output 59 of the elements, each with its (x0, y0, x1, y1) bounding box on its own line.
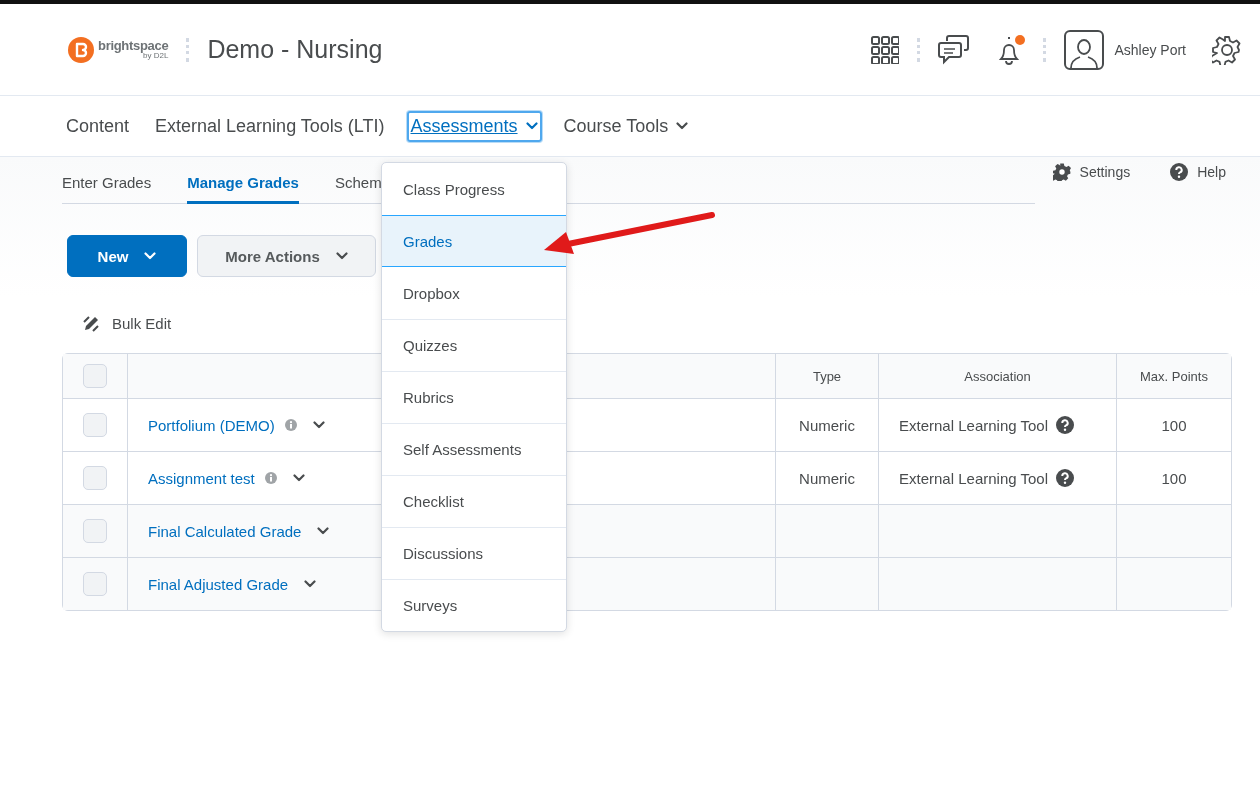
grade-item-link[interactable]: Final Adjusted Grade (148, 575, 289, 593)
menu-item[interactable]: Grades (382, 215, 566, 267)
tab[interactable]: Manage Grades (187, 157, 299, 204)
tab[interactable]: Schem (334, 157, 382, 204)
logo-icon (68, 36, 94, 63)
table-cell: 100 (1161, 416, 1187, 434)
checkbox[interactable] (83, 519, 107, 543)
checkbox[interactable] (83, 364, 107, 388)
column-header: Type (812, 368, 842, 384)
settings-icon[interactable] (1212, 34, 1242, 65)
column-header: Association (964, 368, 1031, 384)
help-icon[interactable] (1056, 469, 1074, 487)
nav-link[interactable]: Assessments (406, 110, 542, 142)
grade-item-link[interactable]: Assignment test (148, 469, 255, 487)
menu-item[interactable]: Discussions (382, 527, 566, 579)
grid-icon[interactable] (871, 35, 900, 64)
caret-icon (292, 474, 305, 482)
help-icon (1170, 162, 1189, 181)
grade-item-link[interactable]: Portfolium (DEMO) (148, 416, 275, 434)
menu-item[interactable]: Self Assessments (382, 423, 566, 475)
table-cell: Numeric (799, 416, 855, 434)
column-header: Max. Points (1140, 368, 1208, 384)
course-title: Demo - Nursing (207, 35, 383, 64)
new-button[interactable]: New (67, 235, 187, 277)
nav-link[interactable]: External Learning Tools (LTI) (151, 110, 389, 142)
checkbox[interactable] (83, 466, 107, 490)
checkbox[interactable] (83, 413, 107, 437)
logo-text: brightspace (98, 39, 169, 52)
nav-link[interactable]: Course Tools (559, 110, 693, 142)
menu-item[interactable]: Quizzes (382, 319, 566, 371)
nav-link[interactable]: Content (62, 110, 134, 142)
menu-item[interactable]: Surveys (382, 579, 566, 631)
settings-link[interactable]: Settings (1046, 161, 1137, 182)
caret-icon (335, 252, 348, 260)
grade-item-link[interactable]: Final Calculated Grade (148, 522, 302, 540)
caret-icon (144, 252, 157, 260)
more-actions-button[interactable]: More Actions (197, 235, 376, 277)
menu-item[interactable]: Dropbox (382, 267, 566, 319)
menu-item[interactable]: Rubrics (382, 371, 566, 423)
table-cell: 100 (1161, 469, 1187, 487)
avatar-icon[interactable] (1064, 29, 1105, 70)
caret-icon (317, 527, 330, 535)
help-link[interactable]: Help (1164, 161, 1232, 182)
menu-item[interactable]: Checklist (382, 475, 566, 527)
caret-icon (312, 421, 325, 429)
help-icon[interactable] (1056, 416, 1074, 434)
pencil-icon (82, 313, 102, 333)
bulk-edit-button[interactable]: Bulk Edit (76, 310, 178, 336)
user-name[interactable]: Ashley Port (1114, 41, 1186, 58)
settings-icon (1052, 162, 1071, 181)
chat-icon[interactable] (938, 34, 970, 65)
table-cell: Numeric (799, 469, 855, 487)
logo-byline: by D2L (143, 52, 169, 60)
menu-item[interactable]: Class Progress (382, 163, 566, 215)
tab[interactable]: Enter Grades (62, 157, 152, 204)
table-cell: External Learning Tool (899, 469, 1048, 487)
checkbox[interactable] (83, 572, 107, 596)
table-cell: External Learning Tool (899, 416, 1048, 434)
caret-icon (304, 580, 317, 588)
